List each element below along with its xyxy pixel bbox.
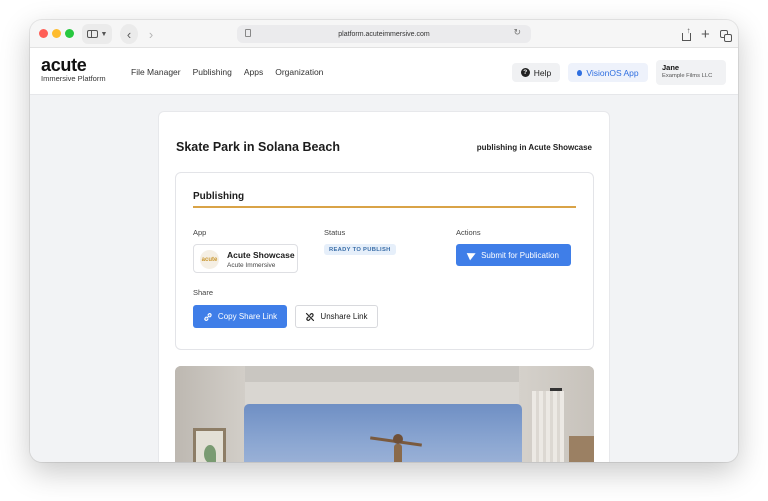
apple-icon: [577, 69, 583, 76]
user-name: Jane: [662, 63, 680, 72]
share-icon: ↑: [682, 27, 691, 41]
chevron-left-icon: ‹: [126, 26, 132, 42]
link-icon: [204, 312, 212, 321]
page-icon: [245, 29, 251, 37]
sidebar-toggle-button[interactable]: ▼: [82, 24, 112, 44]
page-title: Skate Park in Solana Beach: [176, 140, 340, 154]
visionos-app-button[interactable]: VisionOS App: [568, 63, 648, 82]
forward-button[interactable]: ›: [142, 24, 160, 44]
address-bar[interactable]: platform.acuteimmersive.com ↻: [237, 25, 531, 43]
unshare-link-button[interactable]: Unshare Link: [295, 305, 378, 328]
main-nav: File Manager Publishing Apps Organizatio…: [131, 67, 323, 77]
card-title: Publishing: [193, 191, 245, 202]
nav-item-apps[interactable]: Apps: [244, 67, 263, 77]
nav-item-publishing[interactable]: Publishing: [193, 67, 232, 77]
app-header: acute Immersive Platform File Manager Pu…: [30, 48, 738, 95]
browser-window: ▼ ‹ › platform.acuteimmersive.com ↻ ↑ +: [30, 20, 738, 462]
submit-for-publication-button[interactable]: Submit for Publication: [456, 244, 571, 266]
copy-share-link-button[interactable]: Copy Share Link: [193, 305, 287, 328]
nav-item-file-manager[interactable]: File Manager: [131, 67, 181, 77]
close-window-button[interactable]: [39, 29, 48, 38]
immersive-video-screen: [244, 404, 522, 462]
actions-column-label: Actions: [456, 228, 481, 237]
plus-icon: +: [701, 25, 710, 43]
help-label: Help: [533, 67, 552, 78]
submit-label: Submit for Publication: [481, 250, 559, 260]
wooden-cabinet: [569, 436, 594, 462]
app-column-label: App: [193, 228, 207, 237]
brand-name: acute: [41, 55, 87, 75]
question-icon: ?: [520, 68, 530, 77]
status-badge: READY TO PUBLISH: [324, 244, 396, 255]
user-organization: Example Films LLC: [662, 73, 713, 79]
app-logo: acute: [200, 250, 219, 269]
card-divider: [193, 206, 576, 208]
copy-label: Copy Share Link: [217, 312, 278, 321]
wall-lamp: [550, 388, 562, 391]
publishing-panel: Skate Park in Solana Beach publishing in…: [158, 111, 610, 462]
chevron-right-icon: ›: [148, 26, 154, 42]
visionos-label: VisionOS App: [586, 67, 639, 78]
chevron-down-icon: ▼: [100, 30, 108, 38]
skater-body: [394, 444, 402, 462]
video-preview[interactable]: [175, 366, 594, 462]
status-column-label: Status: [324, 228, 346, 237]
minimize-window-button[interactable]: [52, 29, 61, 38]
user-menu[interactable]: Jane Example Films LLC: [656, 60, 726, 85]
zoom-window-button[interactable]: [65, 29, 74, 38]
browser-toolbar: ▼ ‹ › platform.acuteimmersive.com ↻ ↑ +: [30, 20, 738, 48]
skater-head: [393, 434, 403, 444]
app-chip[interactable]: acute Acute Showcase Acute Immersive: [193, 244, 298, 273]
page-content: Skate Park in Solana Beach publishing in…: [30, 95, 738, 462]
new-tab-button[interactable]: +: [701, 24, 710, 44]
publishing-card: Publishing App Status Actions acute Acut…: [175, 172, 594, 350]
wall-painting: [193, 428, 226, 462]
url-text: platform.acuteimmersive.com: [338, 30, 430, 38]
help-button[interactable]: ? Help: [512, 63, 560, 82]
publishing-destination: publishing in Acute Showcase: [476, 143, 592, 152]
brand-logo[interactable]: acute Immersive Platform: [41, 55, 106, 83]
paper-plane-icon: [466, 249, 478, 261]
back-button[interactable]: ‹: [120, 24, 138, 44]
tab-overview-button[interactable]: [720, 24, 732, 44]
share-button[interactable]: ↑: [682, 24, 691, 44]
brand-subtitle: Immersive Platform: [41, 74, 106, 83]
unshare-label: Unshare Link: [320, 312, 368, 321]
reload-icon[interactable]: ↻: [513, 27, 521, 38]
curtain: [532, 391, 564, 462]
tabs-icon: [720, 30, 732, 42]
app-name: Acute Showcase: [227, 250, 295, 260]
nav-item-organization[interactable]: Organization: [275, 67, 323, 77]
screen-background: ▼ ‹ › platform.acuteimmersive.com ↻ ↑ +: [0, 0, 768, 501]
sidebar-icon: [86, 30, 98, 38]
app-organization: Acute Immersive: [227, 262, 276, 269]
share-label: Share: [193, 288, 214, 297]
unlink-icon: [306, 312, 315, 321]
